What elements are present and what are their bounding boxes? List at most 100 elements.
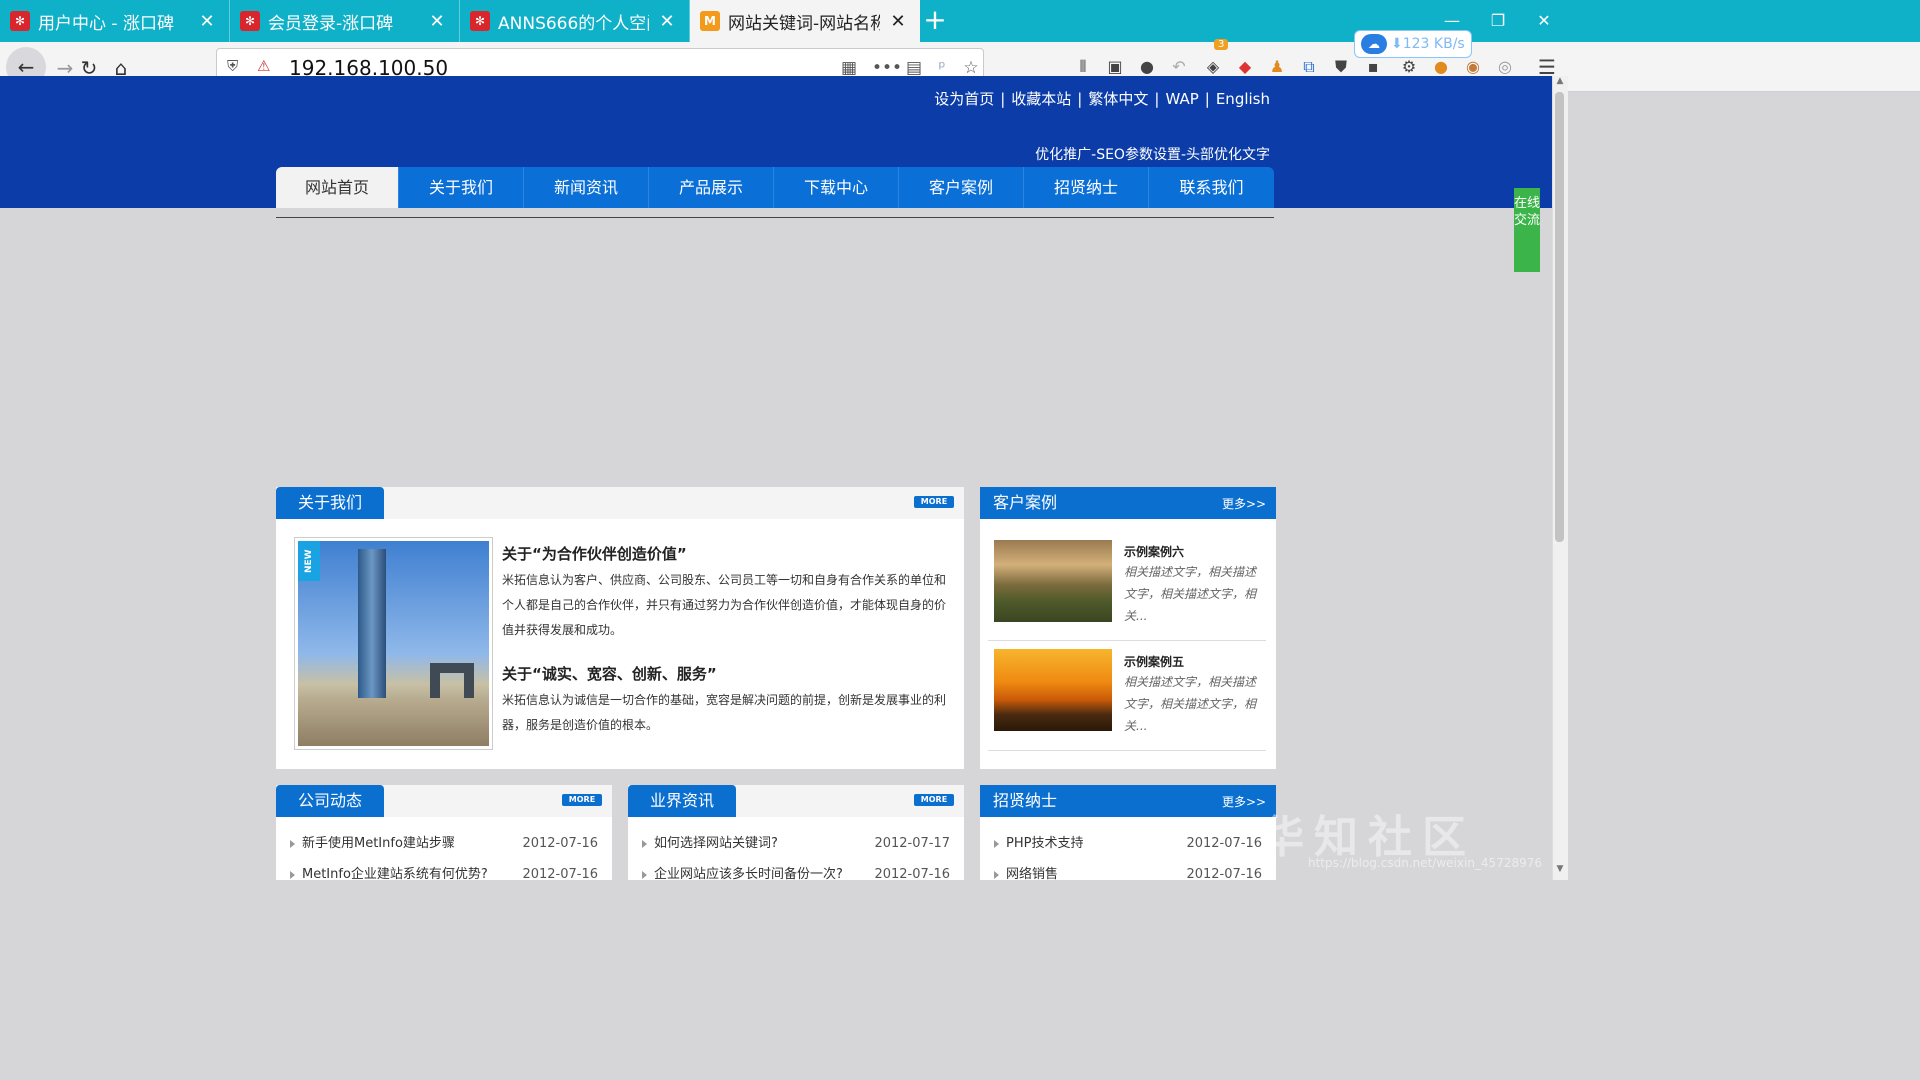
close-icon[interactable]: ✕ [657,11,677,32]
ground-shape [298,698,489,746]
shield-icon[interactable]: ⛨ [227,57,245,77]
nav-item-downloads[interactable]: 下载中心 [774,167,899,208]
nav-item-products[interactable]: 产品展示 [649,167,774,208]
bullet-icon [994,871,999,879]
page-scrollbar[interactable]: ▲ ▼ [1552,76,1568,880]
nav-item-cases[interactable]: 客户案例 [899,167,1024,208]
about-block-text: 米拓信息认为诚信是一切合作的基础，宽容是解决问题的前提，创新是发展事业的利器，服… [502,693,947,732]
news-title[interactable]: 如何选择网站关键词? [654,828,778,859]
job-title[interactable]: PHP技术支持 [1006,828,1083,859]
company-news-heading[interactable]: 公司动态 [276,785,384,817]
about-block-text: 米拓信息认为客户、供应商、公司股东、公司员工等一切和自身有合作关系的单位和个人都… [502,573,947,637]
browser-tab[interactable]: ✻ ANNS666的个人空间-涨口 ✕ [460,0,690,42]
building-photo [298,541,489,746]
scroll-down-icon[interactable]: ▼ [1553,864,1567,880]
browser-tab[interactable]: ✻ 用户中心 - 涨口碑 ✕ [0,0,230,42]
nav-item-contact[interactable]: 联系我们 [1149,167,1274,208]
close-window-button[interactable]: ✕ [1516,0,1572,42]
industry-news-list: 如何选择网站关键词? 2012-07-17 企业网站应该多长时间备份一次? 2012… [640,828,950,880]
company-news-more-button[interactable]: MORE [562,794,602,806]
download-speed-widget[interactable]: ☁ ⬇ 123 KB/s [1354,30,1472,58]
company-news-header: 公司动态 MORE [276,785,612,817]
jobs-list: PHP技术支持 2012-07-16 网络销售 2012-07-16 [992,828,1262,880]
bullet-icon [642,840,647,848]
job-date: 2012-07-16 [1186,867,1262,880]
scroll-up-icon[interactable]: ▲ [1553,76,1567,92]
tab-title: 会员登录-涨口碑 [268,13,394,34]
page-viewport: 设为首页 | 收藏本站 | 繁体中文 | WAP | English 优化推广-SEO参数设置-… [0,76,1552,880]
about-block-title: 关于“为合作伙伴创造价值” [502,545,687,563]
nav-item-home[interactable]: 网站首页 [276,167,399,208]
job-title[interactable]: 网络销售 [1006,859,1058,880]
browser-tab-active[interactable]: M 网站关键词-网站名称 ✕ [690,0,920,42]
logo-red-icon: ✻ [10,11,30,31]
about-more-button[interactable]: MORE [914,496,954,508]
case-thumbnail[interactable] [994,649,1112,731]
industry-news-header: 业界资讯 MORE [628,785,964,817]
logo-red-icon: ✻ [240,11,260,31]
wap-link[interactable]: WAP [1165,90,1198,108]
about-panel: 关于我们 MORE NEW 关于“为合作伙伴创造价值” 米拓信息认为客户、供应商… [276,487,964,769]
news-title[interactable]: MetInfo企业建站系统有何优势? [302,859,488,880]
news-date: 2012-07-16 [874,867,950,880]
news-date: 2012-07-16 [522,836,598,851]
bullet-icon [290,871,295,879]
industry-news-panel: 业界资讯 MORE 如何选择网站关键词? 2012-07-17 企业网站应该多长时… [628,785,964,880]
insecure-lock-icon[interactable]: ⚠ [257,57,277,77]
main-nav: 网站首页 关于我们 新闻资讯 产品展示 下载中心 客户案例 招贤纳士 联系我们 [276,167,1274,208]
industry-news-heading[interactable]: 业界资讯 [628,785,736,817]
cases-panel-header: 客户案例 更多>> [980,487,1276,519]
news-title[interactable]: 企业网站应该多长时间备份一次? [654,859,843,880]
bullet-icon [642,871,647,879]
jobs-heading[interactable]: 招贤纳士 [980,785,1070,817]
logo-red-icon: ✻ [470,11,490,31]
new-tab-button[interactable]: + [918,4,952,38]
case-item[interactable]: 示例案例五 相关描述文字，相关描述文字，相关描述文字，相关... [988,641,1266,751]
nav-item-news[interactable]: 新闻资讯 [524,167,649,208]
list-item[interactable]: 如何选择网站关键词? 2012-07-17 [640,828,950,859]
news-date: 2012-07-17 [874,836,950,851]
case-title[interactable]: 示例案例五 [1124,653,1184,670]
nav-item-jobs[interactable]: 招贤纳士 [1024,167,1149,208]
case-thumbnail[interactable] [994,540,1112,622]
bullet-icon [290,840,295,848]
close-icon[interactable]: ✕ [427,11,447,32]
scroll-thumb[interactable] [1555,92,1564,542]
tab-title: ANNS666的个人空间-涨口 [498,13,649,34]
online-chat-button[interactable]: 在线交流 [1514,188,1540,272]
cases-more-link[interactable]: 更多>> [1222,495,1266,512]
bookmark-site-link[interactable]: 收藏本站 [1011,90,1071,108]
english-link[interactable]: English [1216,90,1270,108]
seo-header-text: 优化推广-SEO参数设置-头部优化文字 [1035,147,1270,163]
close-icon[interactable]: ✕ [888,11,908,32]
list-item[interactable]: MetInfo企业建站系统有何优势? 2012-07-16 [288,859,598,880]
industry-news-more-button[interactable]: MORE [914,794,954,806]
company-news-list: 新手使用MetInfo建站步骤 2012-07-16 MetInfo企业建站系统有… [288,828,598,880]
case-item[interactable]: 示例案例六 相关描述文字，相关描述文字，相关描述文字，相关... [988,531,1266,641]
browser-tab-bar: ✻ 用户中心 - 涨口碑 ✕ ✻ 会员登录-涨口碑 ✕ ✻ ANNS666的个人… [0,0,1920,42]
jobs-panel: 招贤纳士 更多>> PHP技术支持 2012-07-16 网络销售 2012-07-… [980,785,1276,880]
nav-item-about[interactable]: 关于我们 [399,167,524,208]
download-speed-text: 123 KB/s [1402,36,1465,52]
news-title[interactable]: 新手使用MetInfo建站步骤 [302,828,455,859]
list-item[interactable]: 网络销售 2012-07-16 [992,859,1262,880]
set-homepage-link[interactable]: 设为首页 [934,90,994,108]
about-image[interactable]: NEW [294,537,493,750]
top-links: 设为首页 | 收藏本站 | 繁体中文 | WAP | English [934,90,1270,108]
news-date: 2012-07-16 [522,867,598,880]
about-heading[interactable]: 关于我们 [276,487,384,519]
jobs-header: 招贤纳士 更多>> [980,785,1276,817]
case-title[interactable]: 示例案例六 [1124,543,1184,560]
browser-tab[interactable]: ✻ 会员登录-涨口碑 ✕ [230,0,460,42]
company-news-panel: 公司动态 MORE 新手使用MetInfo建站步骤 2012-07-16 MetI… [276,785,612,880]
list-item[interactable]: 新手使用MetInfo建站步骤 2012-07-16 [288,828,598,859]
traditional-chinese-link[interactable]: 繁体中文 [1088,90,1148,108]
about-block-title: 关于“诚实、宽容、创新、服务” [502,665,717,683]
list-item[interactable]: 企业网站应该多长时间备份一次? 2012-07-16 [640,859,950,880]
close-icon[interactable]: ✕ [197,11,217,32]
list-item[interactable]: PHP技术支持 2012-07-16 [992,828,1262,859]
tab-title: 网站关键词-网站名称 [728,13,880,34]
metinfo-orange-icon: M [700,11,720,31]
cases-heading[interactable]: 客户案例 [980,487,1070,519]
download-arrow-icon: ⬇ [1391,36,1403,52]
